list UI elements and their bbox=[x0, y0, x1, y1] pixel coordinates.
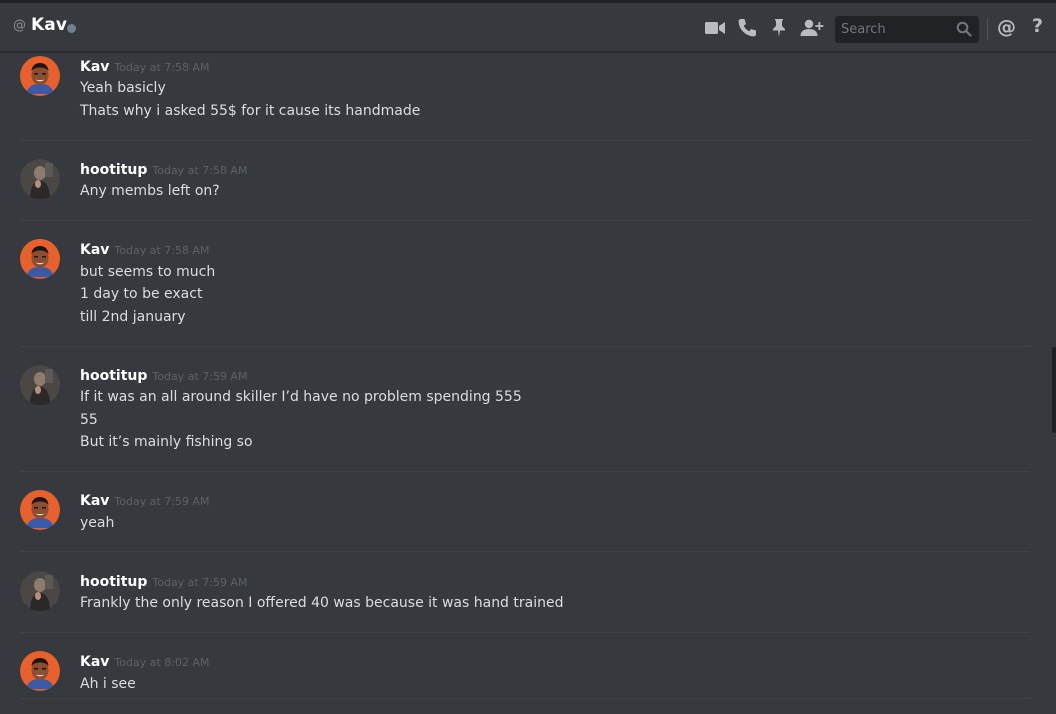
scrollbar-track[interactable] bbox=[1050, 52, 1056, 714]
scrollbar-thumb[interactable] bbox=[1052, 347, 1056, 433]
channel-header: @ Kav @ ? bbox=[0, 0, 1056, 52]
search-icon[interactable] bbox=[956, 21, 972, 41]
avatar[interactable] bbox=[20, 651, 60, 691]
message-text: Any membs left on? bbox=[80, 183, 220, 199]
message-divider bbox=[20, 551, 1030, 552]
mention-icon[interactable]: @ bbox=[997, 16, 1016, 38]
timestamp: Today at 7:58 AM bbox=[114, 244, 210, 257]
message-text: Ah i see bbox=[80, 676, 136, 692]
username[interactable]: Kav bbox=[80, 242, 109, 258]
avatar[interactable] bbox=[20, 571, 60, 611]
timestamp: Today at 7:58 AM bbox=[152, 164, 248, 177]
message-text: Thats why i asked 55$ for it cause its h… bbox=[80, 103, 421, 119]
message-divider bbox=[20, 632, 1030, 633]
timestamp: Today at 7:59 AM bbox=[152, 576, 248, 589]
username[interactable]: hootitup bbox=[80, 574, 147, 590]
message-text: till 2nd january bbox=[80, 309, 186, 325]
timestamp: Today at 7:59 AM bbox=[114, 495, 210, 508]
message-list: Kav Today at 7:58 AM Yeah basicly Thats w… bbox=[0, 52, 1056, 714]
message-header: hootitup Today at 7:58 AM bbox=[80, 159, 247, 179]
add-friend-icon[interactable] bbox=[799, 17, 825, 39]
message-header: Kav Today at 7:59 AM bbox=[80, 490, 210, 510]
message-divider bbox=[20, 471, 1030, 472]
message-text: Yeah basicly bbox=[80, 80, 166, 96]
avatar[interactable] bbox=[20, 159, 60, 199]
message-text: yeah bbox=[80, 515, 115, 531]
username[interactable]: hootitup bbox=[80, 162, 147, 178]
username[interactable]: hootitup bbox=[80, 368, 147, 384]
message-text: but seems to much bbox=[80, 264, 216, 280]
header-divider bbox=[987, 18, 988, 40]
avatar[interactable] bbox=[20, 490, 60, 530]
message-text: 55 bbox=[80, 412, 98, 428]
username[interactable]: Kav bbox=[80, 654, 109, 670]
avatar[interactable] bbox=[20, 365, 60, 405]
avatar[interactable] bbox=[20, 56, 60, 96]
message-divider bbox=[20, 346, 1030, 347]
username[interactable]: Kav bbox=[80, 493, 109, 509]
message-header: hootitup Today at 7:59 AM bbox=[80, 571, 247, 591]
search-input[interactable] bbox=[835, 16, 953, 43]
message-divider bbox=[20, 140, 1030, 141]
message-divider bbox=[20, 220, 1030, 221]
message-text: Frankly the only reason I offered 40 was… bbox=[80, 595, 564, 611]
status-indicator bbox=[67, 24, 76, 33]
timestamp: Today at 7:59 AM bbox=[152, 370, 248, 383]
message-divider bbox=[20, 698, 1030, 699]
message-header: Kav Today at 8:02 AM bbox=[80, 651, 210, 671]
timestamp: Today at 8:02 AM bbox=[114, 656, 210, 669]
timestamp: Today at 7:58 AM bbox=[114, 61, 210, 74]
video-call-icon[interactable] bbox=[704, 17, 726, 39]
message-header: Kav Today at 7:58 AM bbox=[80, 56, 210, 76]
message-text: 1 day to be exact bbox=[80, 286, 203, 302]
voice-call-icon[interactable] bbox=[736, 17, 758, 39]
search-box[interactable] bbox=[835, 16, 979, 43]
pin-icon[interactable] bbox=[768, 17, 790, 39]
message-text: But it’s mainly fishing so bbox=[80, 434, 253, 450]
dm-at-icon: @ bbox=[13, 18, 26, 33]
message-text: If it was an all around skiller I’d have… bbox=[80, 389, 522, 405]
username[interactable]: Kav bbox=[80, 59, 109, 75]
avatar[interactable] bbox=[20, 239, 60, 279]
message-header: hootitup Today at 7:59 AM bbox=[80, 365, 247, 385]
message-header: Kav Today at 7:58 AM bbox=[80, 239, 210, 259]
dm-recipient-name[interactable]: Kav bbox=[31, 15, 67, 35]
help-icon[interactable]: ? bbox=[1032, 15, 1043, 37]
